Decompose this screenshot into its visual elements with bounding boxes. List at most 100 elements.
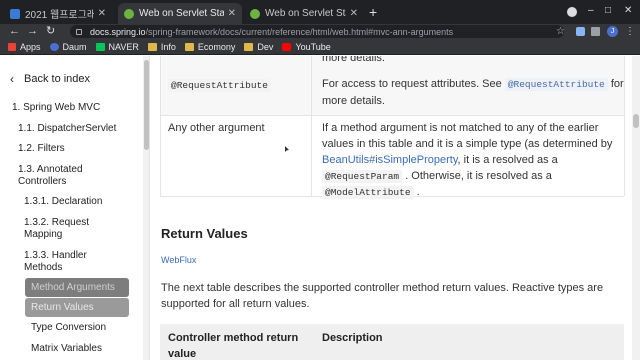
back-to-index-link[interactable]: ‹ Back to index	[10, 72, 90, 86]
paragraph-line2: supported for all return values.	[161, 298, 310, 310]
folder-icon	[147, 42, 157, 51]
bookmark-label: NAVER	[108, 41, 139, 52]
back-arrow-icon[interactable]: ←	[9, 24, 20, 39]
naver-icon	[95, 42, 105, 51]
row2-line3: BeanUtils#isSimpleProperty, it is a reso…	[322, 152, 558, 168]
table-header-col1: Controller method return	[168, 332, 299, 344]
tab-web-on-servlet-stack-active[interactable]: Web on Servlet Stack ✕	[118, 3, 242, 24]
toc-item[interactable]: 1.1. DispatcherServlet	[18, 122, 116, 135]
folder-icon	[184, 42, 194, 51]
tab-web-on-servlet-stack[interactable]: Web on Servlet Stack ✕	[244, 3, 364, 24]
bookmark-naver[interactable]: NAVER	[95, 41, 139, 52]
previous-row-fragment: more details.	[322, 56, 385, 64]
row2-line1: If a method argument is not matched to a…	[322, 122, 599, 134]
toc-item[interactable]: 1.3.1. Declaration	[24, 195, 102, 208]
extensions-puzzle-icon[interactable]	[591, 27, 600, 36]
close-tab-icon[interactable]: ✕	[350, 8, 358, 19]
bookmark-label: Ecomony	[197, 41, 236, 52]
paragraph-line1: The next table describes the supported c…	[161, 282, 604, 294]
code-model-attribute: @ModelAttribute	[322, 186, 414, 199]
tab-title: 2021 웹프로그래밍 II - Go	[25, 10, 94, 21]
toc-item[interactable]: 1.2. Filters	[18, 142, 65, 155]
tab-title: Web on Servlet Stack	[139, 8, 224, 19]
code-request-attribute: @RequestAttribute	[168, 79, 271, 92]
row2-line2: values in this table and it is a simple …	[322, 138, 613, 150]
webflux-link[interactable]: WebFlux	[161, 255, 196, 265]
toc-item-return-values[interactable]: Return Values	[25, 298, 129, 317]
menu-kebab-icon[interactable]: ⋮	[625, 24, 635, 39]
address-bar[interactable]: docs.spring.io /spring-framework/docs/cu…	[70, 25, 564, 38]
bookmark-label: Info	[160, 41, 176, 52]
url-host: docs.spring.io	[90, 26, 146, 37]
row2-line4: @RequestParam . Otherwise, it is resolve…	[322, 168, 552, 185]
toc-item-method-arguments-active[interactable]: Method Arguments	[25, 278, 129, 297]
spring-favicon-icon	[250, 8, 260, 19]
bookmark-ecomony[interactable]: Ecomony	[184, 41, 236, 52]
google-docs-favicon-icon	[10, 8, 20, 19]
desc-text: for	[610, 78, 624, 90]
url-path: /spring-framework/docs/current/reference…	[145, 26, 454, 37]
table-cell-description-line2: more details.	[322, 95, 385, 107]
close-tab-icon[interactable]: ✕	[98, 8, 106, 19]
table-row-divider	[160, 115, 624, 116]
table-border	[624, 56, 625, 196]
table-header-col1-line2: value	[168, 348, 197, 360]
toc-sidebar: ‹ Back to index 1. Spring Web MVC 1.1. D…	[0, 56, 150, 360]
sidebar-scrollbar[interactable]	[143, 56, 149, 360]
desc-text: .	[416, 186, 420, 198]
media-control-icon[interactable]	[567, 7, 577, 17]
bookmark-dev[interactable]: Dev	[244, 42, 273, 52]
table-border	[160, 56, 161, 196]
table-header-col2: Description	[322, 332, 383, 344]
maximize-button[interactable]: □	[605, 4, 611, 18]
tab-webprogramming[interactable]: 2021 웹프로그래밍 II - Go ✕	[4, 3, 112, 24]
desc-text: For access to request attributes. See	[322, 78, 502, 90]
desc-text: , it is a resolved as a	[457, 154, 558, 166]
apps-grid-icon	[8, 42, 16, 51]
sidebar-scrollbar-thumb[interactable]	[144, 60, 149, 150]
toc-item[interactable]: Matrix Variables	[31, 342, 102, 355]
code-link-request-attribute[interactable]: @RequestAttribute	[504, 78, 608, 91]
chevron-left-icon: ‹	[10, 72, 14, 86]
tab-strip: 2021 웹프로그래밍 II - Go ✕ Web on Servlet Sta…	[0, 0, 640, 24]
bookmark-info[interactable]: Info	[147, 41, 176, 52]
mouse-cursor-icon	[285, 146, 289, 152]
bookmark-label: Daum	[62, 41, 87, 52]
forward-arrow-icon[interactable]: →	[27, 24, 38, 39]
bookmark-apps[interactable]: Apps	[8, 42, 41, 52]
close-tab-icon[interactable]: ✕	[228, 8, 236, 19]
toc-item[interactable]: Mapping	[24, 228, 62, 241]
browser-toolbar: ← → ↻ docs.spring.io /spring-framework/d…	[0, 24, 640, 39]
bookmark-label: Dev	[257, 41, 274, 52]
close-window-button[interactable]: ✕	[624, 4, 632, 18]
toc-item[interactable]: 1. Spring Web MVC	[12, 101, 100, 114]
table-cell-description: For access to request attributes. See @R…	[322, 76, 624, 93]
profile-avatar[interactable]: J	[607, 26, 618, 37]
spring-favicon-icon	[124, 8, 134, 19]
section-title: Return Values	[161, 226, 248, 241]
daum-icon	[49, 42, 59, 51]
folder-icon	[244, 42, 254, 51]
minimize-button[interactable]: –	[588, 4, 594, 18]
reload-icon[interactable]: ↻	[46, 24, 55, 39]
bookmarks-bar: Apps Daum NAVER Info Ecomony Dev YouTube	[0, 39, 640, 55]
toc-item[interactable]: Type Conversion	[31, 321, 106, 334]
bookmark-star-icon[interactable]: ☆	[556, 24, 565, 39]
bookmark-youtube[interactable]: YouTube	[282, 42, 331, 52]
bookmark-daum[interactable]: Daum	[49, 41, 87, 52]
table-cell-argument: @RequestAttribute	[168, 77, 271, 94]
lock-icon	[76, 28, 82, 35]
new-tab-button[interactable]: +	[369, 4, 377, 20]
youtube-icon	[282, 42, 292, 51]
beanutils-link[interactable]: BeanUtils#isSimpleProperty	[322, 154, 458, 166]
page-scrollbar[interactable]	[632, 56, 640, 360]
row2-line5: @ModelAttribute .	[322, 184, 420, 201]
toc-item[interactable]: Methods	[24, 261, 62, 274]
toc-item[interactable]: Controllers	[18, 175, 66, 188]
page-scrollbar-thumb[interactable]	[633, 114, 639, 128]
desc-text: . Otherwise, it is resolved as a	[405, 170, 552, 182]
translate-extension-icon[interactable]	[576, 27, 585, 36]
table-border	[311, 56, 312, 196]
bookmark-label: Apps	[20, 41, 41, 52]
tab-title: Web on Servlet Stack	[265, 8, 346, 19]
